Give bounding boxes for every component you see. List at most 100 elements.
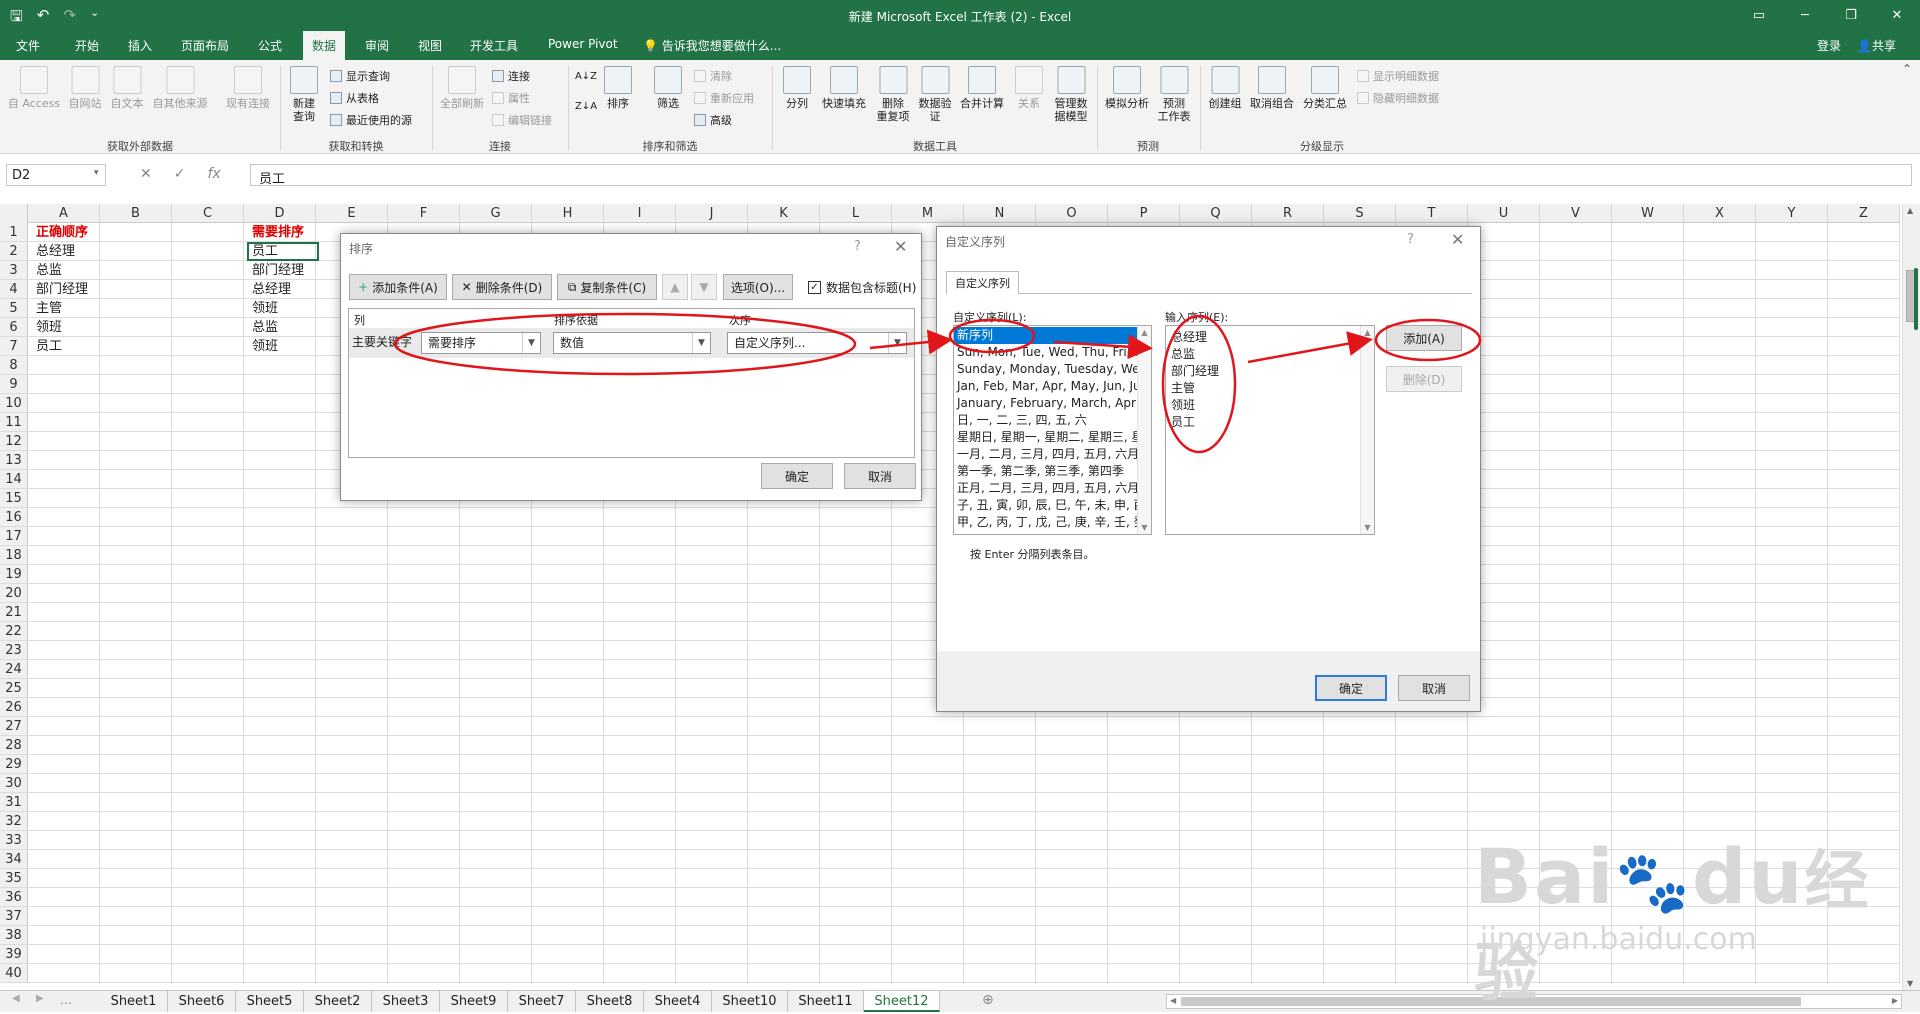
edit-links-button[interactable]: 编辑链接	[492, 112, 552, 128]
row-header[interactable]: 28	[0, 736, 28, 755]
options-button[interactable]: 选项(O)...	[723, 274, 793, 300]
reapply-button[interactable]: 重新应用	[694, 90, 754, 106]
column-header[interactable]: X	[1684, 204, 1756, 223]
data-model-button[interactable]: 管理数 据模型	[1055, 66, 1088, 123]
list-item-new[interactable]: 新序列	[954, 327, 1138, 344]
text-to-columns-button[interactable]: 分列	[783, 66, 811, 110]
column-header[interactable]: I	[604, 204, 676, 223]
ungroup-button[interactable]: 取消组合	[1250, 66, 1294, 110]
cell-A6[interactable]: 领班	[28, 318, 100, 337]
tab-custom-lists[interactable]: 自定义序列	[946, 271, 1019, 294]
login-link[interactable]: 登录	[1817, 37, 1841, 54]
column-header[interactable]: N	[964, 204, 1036, 223]
row-header[interactable]: 24	[0, 660, 28, 679]
sort-ok-button[interactable]: 确定	[761, 463, 833, 489]
from-table-button[interactable]: 从表格	[330, 90, 379, 106]
row-header[interactable]: 19	[0, 565, 28, 584]
row-header[interactable]: 13	[0, 451, 28, 470]
consolidate-button[interactable]: 合并计算	[960, 66, 1004, 110]
column-header[interactable]: Y	[1756, 204, 1828, 223]
sort-cancel-button[interactable]: 取消	[844, 463, 916, 489]
insert-function-icon[interactable]: fx	[207, 166, 220, 182]
sheet-tab-sheet5[interactable]: Sheet5	[236, 991, 304, 1012]
sheet-tab-sheet4[interactable]: Sheet4	[644, 991, 712, 1012]
column-header[interactable]: R	[1252, 204, 1324, 223]
tab-formulas[interactable]: 公式	[258, 37, 282, 54]
cell-D3[interactable]: 部门经理	[244, 261, 316, 280]
row-header[interactable]: 11	[0, 413, 28, 432]
sheet-tab-sheet6[interactable]: Sheet6	[168, 991, 236, 1012]
row-header[interactable]: 37	[0, 907, 28, 926]
sheet-tab-sheet12[interactable]: Sheet12	[864, 991, 940, 1012]
column-header[interactable]: M	[892, 204, 964, 223]
column-header[interactable]: P	[1108, 204, 1180, 223]
tab-view[interactable]: 视图	[418, 37, 442, 54]
cell-D1[interactable]: 需要排序	[244, 223, 316, 242]
cell-A5[interactable]: 主管	[28, 299, 100, 318]
row-header[interactable]: 6	[0, 318, 28, 337]
list-item[interactable]: January, February, March, April	[954, 395, 1138, 412]
list-item[interactable]: Sunday, Monday, Tuesday, Wednesday	[954, 361, 1138, 378]
sort-za-button[interactable]: Z↓A	[575, 100, 597, 113]
list-item[interactable]: 正月, 二月, 三月, 四月, 五月, 六月, 七月	[954, 480, 1138, 497]
sheet-tab-sheet3[interactable]: Sheet3	[372, 991, 440, 1012]
cell-A7[interactable]: 员工	[28, 337, 100, 356]
clear-filter-button[interactable]: 清除	[694, 68, 732, 84]
row-header[interactable]: 31	[0, 793, 28, 812]
sort-column-select[interactable]: 需要排序 ▼	[421, 332, 541, 354]
subtotal-button[interactable]: 分类汇总	[1303, 66, 1347, 110]
row-header[interactable]: 38	[0, 926, 28, 945]
column-header[interactable]: Q	[1180, 204, 1252, 223]
move-up-button[interactable]: ▲	[662, 274, 688, 300]
tab-power-pivot[interactable]: Power Pivot	[548, 37, 618, 51]
row-header[interactable]: 23	[0, 641, 28, 660]
filter-button[interactable]: 筛选	[654, 66, 682, 110]
tab-insert[interactable]: 插入	[128, 37, 152, 54]
row-header[interactable]: 29	[0, 755, 28, 774]
row-header[interactable]: 10	[0, 394, 28, 413]
ribbon-display-icon[interactable]: ▭	[1736, 0, 1782, 31]
cell-D7[interactable]: 领班	[244, 337, 316, 356]
tell-me-box[interactable]: 💡 告诉我您想要做什么...	[643, 37, 781, 54]
delete-list-button[interactable]: 删除(D)	[1386, 366, 1462, 392]
sheet-tab-sheet9[interactable]: Sheet9	[440, 991, 508, 1012]
hide-detail-button[interactable]: 隐藏明细数据	[1357, 90, 1439, 106]
tab-page-layout[interactable]: 页面布局	[181, 37, 229, 54]
column-header[interactable]: D	[244, 204, 316, 223]
row-header[interactable]: 14	[0, 470, 28, 489]
add-condition-button[interactable]: + 添加条件(A)	[349, 274, 447, 300]
copy-condition-button[interactable]: ⧉ 复制条件(C)	[557, 274, 657, 300]
restore-icon[interactable]: ❐	[1828, 0, 1874, 31]
select-all-corner[interactable]	[0, 204, 28, 223]
delete-condition-button[interactable]: ✕ 删除条件(D)	[452, 274, 552, 300]
group-button[interactable]: 创建组	[1209, 66, 1242, 110]
custom-lists-scrollbar[interactable]: ▲ ▼	[1137, 326, 1151, 534]
row-header[interactable]: 4	[0, 280, 28, 299]
row-header[interactable]: 8	[0, 356, 28, 375]
column-header[interactable]: J	[676, 204, 748, 223]
row-header[interactable]: 5	[0, 299, 28, 318]
data-validation-button[interactable]: 数据验 证	[919, 66, 952, 123]
tab-developer[interactable]: 开发工具	[470, 37, 518, 54]
list-item[interactable]: 星期日, 星期一, 星期二, 星期三, 星期四	[954, 429, 1138, 446]
cell-D4[interactable]: 总经理	[244, 280, 316, 299]
remove-duplicates-button[interactable]: 删除 重复项	[877, 66, 910, 123]
help-icon[interactable]: ?	[1407, 232, 1414, 247]
row-header[interactable]: 2	[0, 242, 28, 261]
list-item[interactable]: 第一季, 第二季, 第三季, 第四季	[954, 463, 1138, 480]
sheet-tab-sheet8[interactable]: Sheet8	[576, 991, 644, 1012]
row-header[interactable]: 17	[0, 527, 28, 546]
tab-home[interactable]: 开始	[75, 37, 99, 54]
add-list-button[interactable]: 添加(A)	[1386, 325, 1462, 351]
close-icon[interactable]: ✕	[894, 237, 907, 256]
entries-scrollbar[interactable]: ▲ ▼	[1360, 326, 1374, 534]
column-header[interactable]: E	[316, 204, 388, 223]
list-item[interactable]: 甲, 乙, 丙, 丁, 戊, 己, 庚, 辛, 壬, 癸	[954, 514, 1138, 531]
sheet-tab-sheet7[interactable]: Sheet7	[508, 991, 576, 1012]
show-detail-button[interactable]: 显示明细数据	[1357, 68, 1439, 84]
custom-cancel-button[interactable]: 取消	[1398, 675, 1470, 701]
advanced-filter-button[interactable]: 高级	[694, 112, 732, 128]
new-sheet-icon[interactable]: ⊕	[982, 992, 994, 1008]
list-item[interactable]: Sun, Mon, Tue, Wed, Thu, Fri, Sat	[954, 344, 1138, 361]
row-header[interactable]: 33	[0, 831, 28, 850]
